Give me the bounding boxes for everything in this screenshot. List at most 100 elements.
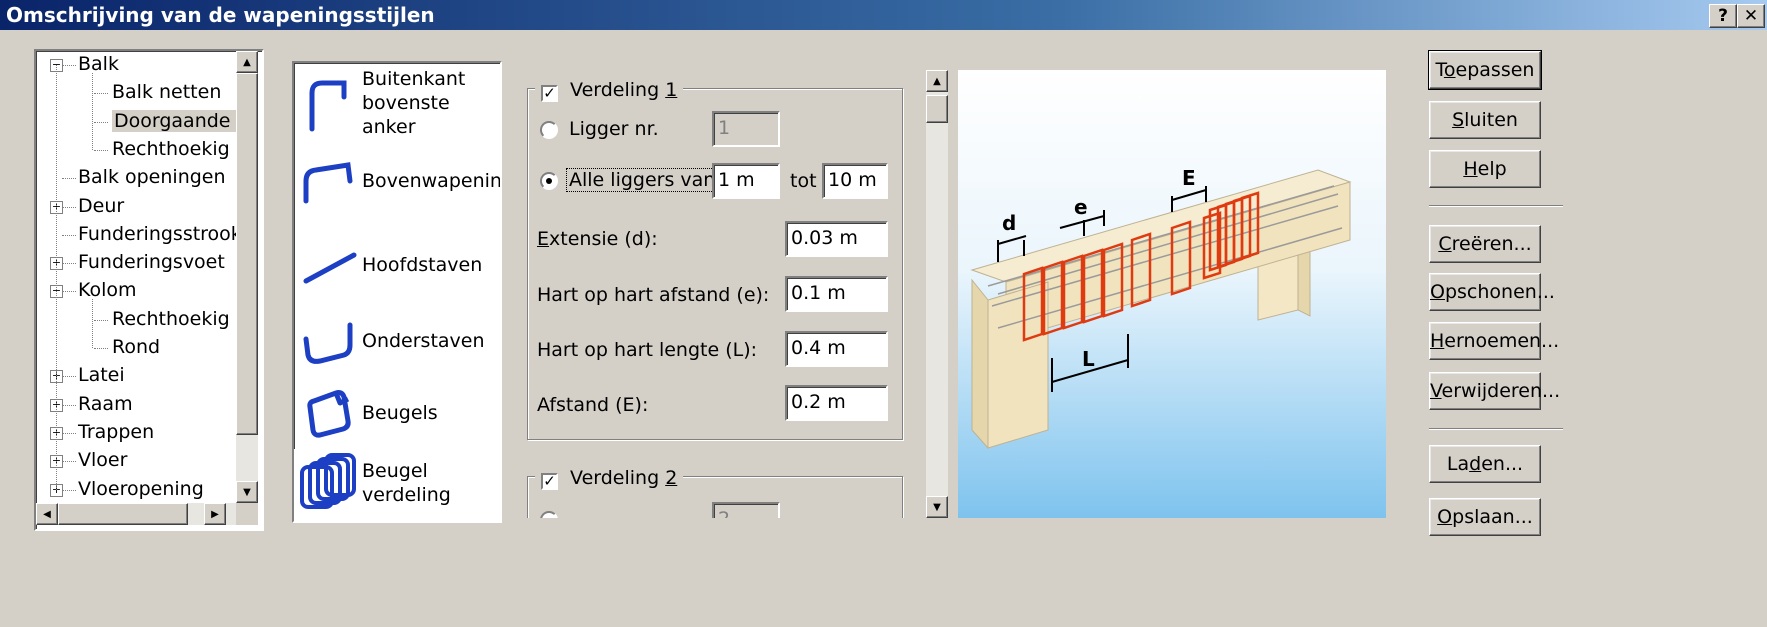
distribution-2-label: Verdeling 2 [570,467,677,489]
ligger-nr-2-field[interactable]: 2 [712,502,780,518]
btn-text: ernoemen... [1444,330,1560,352]
title-bar: Omschrijving van de wapeningsstijlen ? ✕ [0,0,1767,30]
help-button[interactable]: Help [1429,150,1541,188]
hernoemen-button[interactable]: Hernoemen... [1429,322,1559,360]
tree-item[interactable]: Funderingsvoet [78,249,225,275]
creeren-button[interactable]: Creëren... [1429,225,1541,263]
bottom-bars-icon [303,322,353,364]
preview-vscroll-thumb[interactable] [926,95,948,123]
tree-item-label: Vloeropening [78,477,204,500]
tree-connector [92,73,93,150]
tree-item[interactable]: Funderingsstrook [78,221,242,247]
from-field[interactable]: 1 m [712,163,780,199]
preview-scroll-up-button[interactable]: ▲ [926,70,948,92]
tree-vscroll-thumb[interactable] [236,73,258,435]
style-item-main-bars[interactable]: Hoofdstaven [294,225,494,307]
distribution-2-check[interactable]: ✓ [541,473,558,490]
style-list[interactable]: Buitenkant bovenste anker Bovenwapening H… [292,61,502,523]
close-button[interactable]: ✕ [1737,4,1765,28]
distribution-2-checkbox[interactable]: ✓ Verdeling 2 [535,465,684,491]
dim-label-e: e [1074,195,1088,219]
style-item-stirrups[interactable]: Beugels [294,379,494,449]
to-field[interactable]: 10 m [822,163,888,199]
preview-vscroll-track[interactable] [926,70,948,518]
preview-scroll-down-button[interactable]: ▼ [926,496,948,518]
tree-item[interactable]: Doorgaande li [112,108,250,134]
tree-item[interactable]: Vloer [78,447,127,473]
hart-lengte-field[interactable]: 0.4 m [785,331,888,367]
style-item-label: Beugels [362,402,438,424]
tree-scroll-down-button[interactable]: ▼ [236,481,258,503]
btn-text: en... [1481,453,1524,475]
distribution-2-clip: ✓ Verdeling 2 2 [520,455,910,518]
tree-scroll-up-button[interactable]: ▲ [236,51,258,73]
tree-item[interactable]: Vloeropening [78,476,204,502]
style-item-top-outer-anchor[interactable]: Buitenkant bovenste anker [294,63,494,145]
btn-text: T [1435,59,1444,81]
tree-item[interactable]: Kolom [78,277,137,303]
tree-connector [62,234,76,236]
tree-item[interactable]: Rechthoekig [112,136,230,162]
tree-hscroll-thumb[interactable] [58,503,188,525]
tree-connector [92,299,93,348]
stirrup-icon [307,390,351,438]
tree-item[interactable]: Raam [78,391,133,417]
style-tree[interactable]: Balk − Balk netten Doorgaande li Rechthoekig… [34,49,264,531]
ligger-nr-label: Ligger nr. [569,118,659,140]
tree-connector [56,65,57,490]
alle-liggers-radio[interactable] [540,172,558,190]
tree-item-label: Trappen [78,420,155,443]
ligger-nr-radio[interactable] [540,121,558,139]
tree-item-label: Rechthoekig [112,137,230,160]
tot-label: tot [790,170,817,192]
style-item-bottom-bars[interactable]: Onderstaven [294,307,494,379]
toepassen-button[interactable]: Toepassen [1428,50,1542,90]
ligger-nr-field[interactable]: 1 [712,111,780,147]
btn-text: pslaan... [1452,506,1533,528]
style-item-top-reinforcement[interactable]: Bovenwapening [294,145,500,225]
tree-connector [62,178,76,180]
btn-text: erwijderen... [1441,380,1561,402]
tree-item[interactable]: Balk netten [112,79,221,105]
afstand-field[interactable]: 0.2 m [785,385,888,421]
tree-item-label: Kolom [78,279,137,302]
opslaan-button[interactable]: Opslaan... [1429,498,1541,536]
tree-item[interactable]: Balk openingen [78,164,226,190]
tree-connector [62,489,76,491]
tree-scroll-right-button[interactable]: ▶ [204,503,226,525]
tree-connector [62,404,76,406]
tree-item[interactable]: Deur [78,193,124,219]
stirrup-distribution-icon [300,453,356,509]
tree-connector [62,263,76,265]
sluiten-button[interactable]: Sluiten [1429,101,1541,139]
style-item-stirrup-distribution[interactable]: Beugel verdeling [294,449,494,521]
tree-item[interactable]: Rond [112,334,160,360]
style-item-label: Beugel verdeling [362,459,451,507]
help-caption-button[interactable]: ? [1709,4,1737,28]
tree-item[interactable]: Balk [78,51,119,77]
distribution-1-checkbox[interactable]: ✓ Verdeling 1 [535,77,684,103]
distribution-1-check[interactable]: ✓ [541,85,558,102]
btn-accel: V [1430,380,1442,402]
left-column [987,281,1049,449]
tree-item-label: Doorgaande li [112,109,250,132]
extensie-label: Extensie (d): [537,228,658,250]
extensie-field[interactable]: 0.03 m [785,221,888,257]
tree-item-label: Balk [78,53,119,75]
button-separator [1429,205,1563,207]
afstand-label: Afstand (E): [537,394,649,416]
laden-button[interactable]: Laden... [1429,445,1541,483]
tree-connector [62,461,76,463]
tree-item[interactable]: Rechthoekig [112,306,230,332]
opschonen-button[interactable]: Opschonen... [1429,273,1555,311]
preview-image: d e E L [958,70,1386,518]
tree-connector [94,121,108,123]
verwijderen-button[interactable]: Verwijderen... [1429,372,1560,410]
tree-scroll-left-button[interactable]: ◀ [36,503,58,525]
hart-afstand-field[interactable]: 0.1 m [785,276,888,312]
accel-e: E [537,228,550,250]
btn-accel: O [1437,506,1453,528]
tree-item[interactable]: Latei [78,362,125,388]
tree-item[interactable]: Trappen [78,419,154,445]
label-accel: 1 [665,79,678,101]
